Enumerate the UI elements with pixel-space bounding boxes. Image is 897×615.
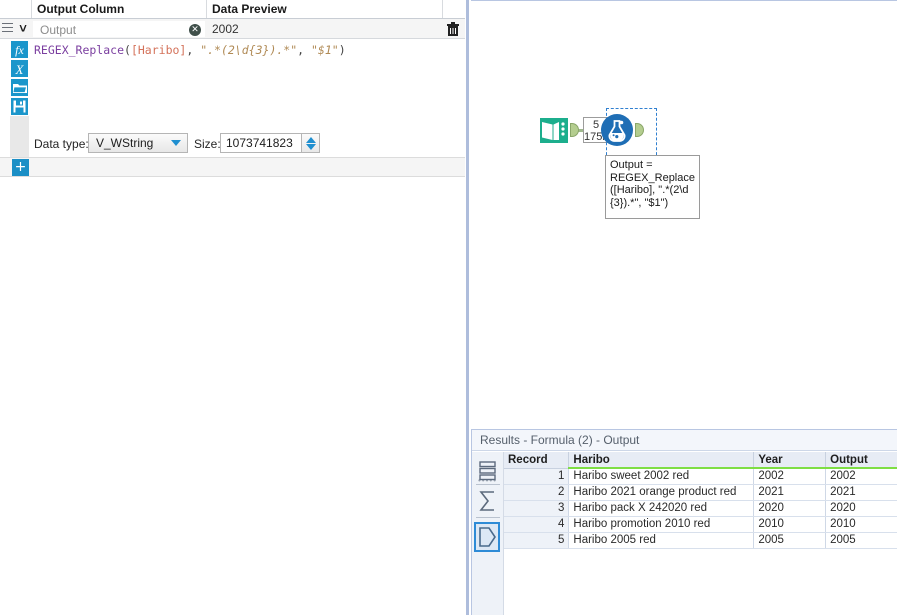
results-side-icons: ••••• [472, 452, 504, 615]
plus-icon[interactable]: + [12, 159, 29, 176]
header-gutter [0, 0, 32, 18]
formula-token-close-paren: ) [339, 43, 346, 57]
table-row[interactable]: 5 Haribo 2005 red 2005 2005 [504, 532, 897, 548]
cell-haribo[interactable]: Haribo 2021 orange product red [569, 484, 754, 500]
workflow-canvas[interactable]: 5 175b Output = REGEX_Replace ([Haribo],… [471, 0, 897, 428]
panel-splitter[interactable] [465, 0, 470, 615]
clear-x-icon[interactable]: ✕ [189, 24, 201, 36]
cell-year[interactable]: 2005 [754, 532, 826, 548]
results-panel: Results - Formula (2) - Output 3 of 3 Fi… [471, 429, 897, 615]
table-row[interactable]: 3 Haribo pack X 242020 red 2020 2020 [504, 500, 897, 516]
cell-record: 1 [504, 468, 569, 484]
config-column-headers: Output Column Data Preview [0, 0, 465, 19]
formula-expression-text: REGEX_Replace([Haribo], ".*(2\d{3}).*", … [34, 43, 346, 57]
cell-haribo[interactable]: Haribo sweet 2002 red [569, 468, 754, 484]
app-window: Output Column Data Preview ˅ Output ✕ 20… [0, 0, 897, 615]
formula-token-replacement: "$1" [311, 43, 339, 57]
chevron-down-icon[interactable]: ˅ [15, 21, 31, 37]
column-header-record[interactable]: Record [504, 452, 569, 468]
cell-record: 2 [504, 484, 569, 500]
cell-year[interactable]: 2021 [754, 484, 826, 500]
data-type-select[interactable]: V_WString [88, 133, 188, 153]
header-data-preview: Data Preview [207, 0, 443, 18]
results-data-table[interactable]: Record Haribo Year Output 1 Haribo sweet… [504, 452, 897, 615]
size-label: Size: [194, 134, 221, 154]
column-header-year[interactable]: Year [754, 452, 826, 468]
formula-token-field: [Haribo] [131, 43, 186, 57]
table-header-row: Record Haribo Year Output [504, 452, 897, 468]
table-row[interactable]: 2 Haribo 2021 orange product red 2021 20… [504, 484, 897, 500]
cell-record: 4 [504, 516, 569, 532]
size-input[interactable]: 1073741823 [220, 133, 302, 153]
variable-icon[interactable]: X [10, 59, 29, 78]
trash-icon[interactable] [446, 22, 460, 37]
results-table: Record Haribo Year Output 1 Haribo sweet… [504, 452, 897, 549]
formula-editor-toolbar: fx X [10, 40, 29, 158]
formula-token-function: REGEX_Replace [34, 43, 124, 57]
cell-record: 3 [504, 500, 569, 516]
save-icon[interactable] [10, 97, 29, 116]
chevron-down-icon [171, 140, 181, 146]
results-title: Results - Formula (2) - Output [472, 430, 897, 451]
cell-year[interactable]: 2010 [754, 516, 826, 532]
column-header-output[interactable]: Output [826, 452, 897, 468]
text-input-tool[interactable] [537, 113, 571, 147]
cell-output[interactable]: 2020 [826, 500, 897, 516]
cell-output[interactable]: 2002 [826, 468, 897, 484]
tool-annotation[interactable]: Output = REGEX_Replace ([Haribo], ".*(2\… [605, 155, 700, 219]
formula-configuration-panel: Output Column Data Preview ˅ Output ✕ 20… [0, 0, 465, 615]
cell-haribo[interactable]: Haribo pack X 242020 red [569, 500, 754, 516]
add-output-column-row: + [0, 158, 465, 177]
data-type-row: Data type: V_WString Size: 1073741823 [30, 133, 465, 156]
column-header-haribo[interactable]: Haribo [569, 452, 754, 468]
data-type-value: V_WString [96, 134, 153, 152]
cell-year[interactable]: 2020 [754, 500, 826, 516]
spinner-down-icon[interactable] [306, 144, 316, 150]
output-column-name-input[interactable]: Output ✕ [33, 21, 205, 37]
data-preview-value: 2002 [212, 21, 239, 37]
output-column-row: ˅ Output ✕ 2002 [0, 19, 465, 39]
cell-record: 5 [504, 532, 569, 548]
formula-expression-editor[interactable]: REGEX_Replace([Haribo], ".*(2\d{3}).*", … [30, 40, 465, 130]
spinner-up-icon[interactable] [306, 137, 316, 143]
table-row[interactable]: 1 Haribo sweet 2002 red 2002 2002 [504, 468, 897, 484]
cell-year[interactable]: 2002 [754, 468, 826, 484]
data-grid-icon[interactable] [476, 460, 500, 486]
cell-output[interactable]: 2005 [826, 532, 897, 548]
formula-token-open-paren: ( [124, 43, 131, 57]
cell-haribo[interactable]: Haribo 2005 red [569, 532, 754, 548]
output-column-name-value: Output [40, 22, 76, 38]
side-divider-1 [476, 484, 500, 485]
side-divider-2 [476, 517, 500, 518]
formula-tool[interactable] [600, 113, 634, 147]
metadata-polygon-icon[interactable] [474, 522, 500, 552]
formula-token-comma-2: , [297, 43, 311, 57]
text-input-output-anchor[interactable] [570, 123, 579, 137]
drag-grip-icon[interactable] [2, 23, 13, 34]
open-folder-icon[interactable] [10, 78, 29, 97]
cell-output[interactable]: 2010 [826, 516, 897, 532]
spinner-updown-icon[interactable] [302, 133, 320, 153]
data-type-label: Data type: [34, 134, 89, 154]
formula-token-pattern: ".*(2\d{3}).*" [200, 43, 297, 57]
cell-output[interactable]: 2021 [826, 484, 897, 500]
function-icon[interactable]: fx [10, 40, 29, 59]
table-row[interactable]: 4 Haribo promotion 2010 red 2010 2010 [504, 516, 897, 532]
header-actions [443, 0, 465, 18]
header-output-column: Output Column [32, 0, 207, 18]
sigma-profile-icon[interactable] [476, 489, 500, 515]
size-value: 1073741823 [226, 134, 293, 152]
cell-haribo[interactable]: Haribo promotion 2010 red [569, 516, 754, 532]
formula-token-comma-1: , [186, 43, 200, 57]
